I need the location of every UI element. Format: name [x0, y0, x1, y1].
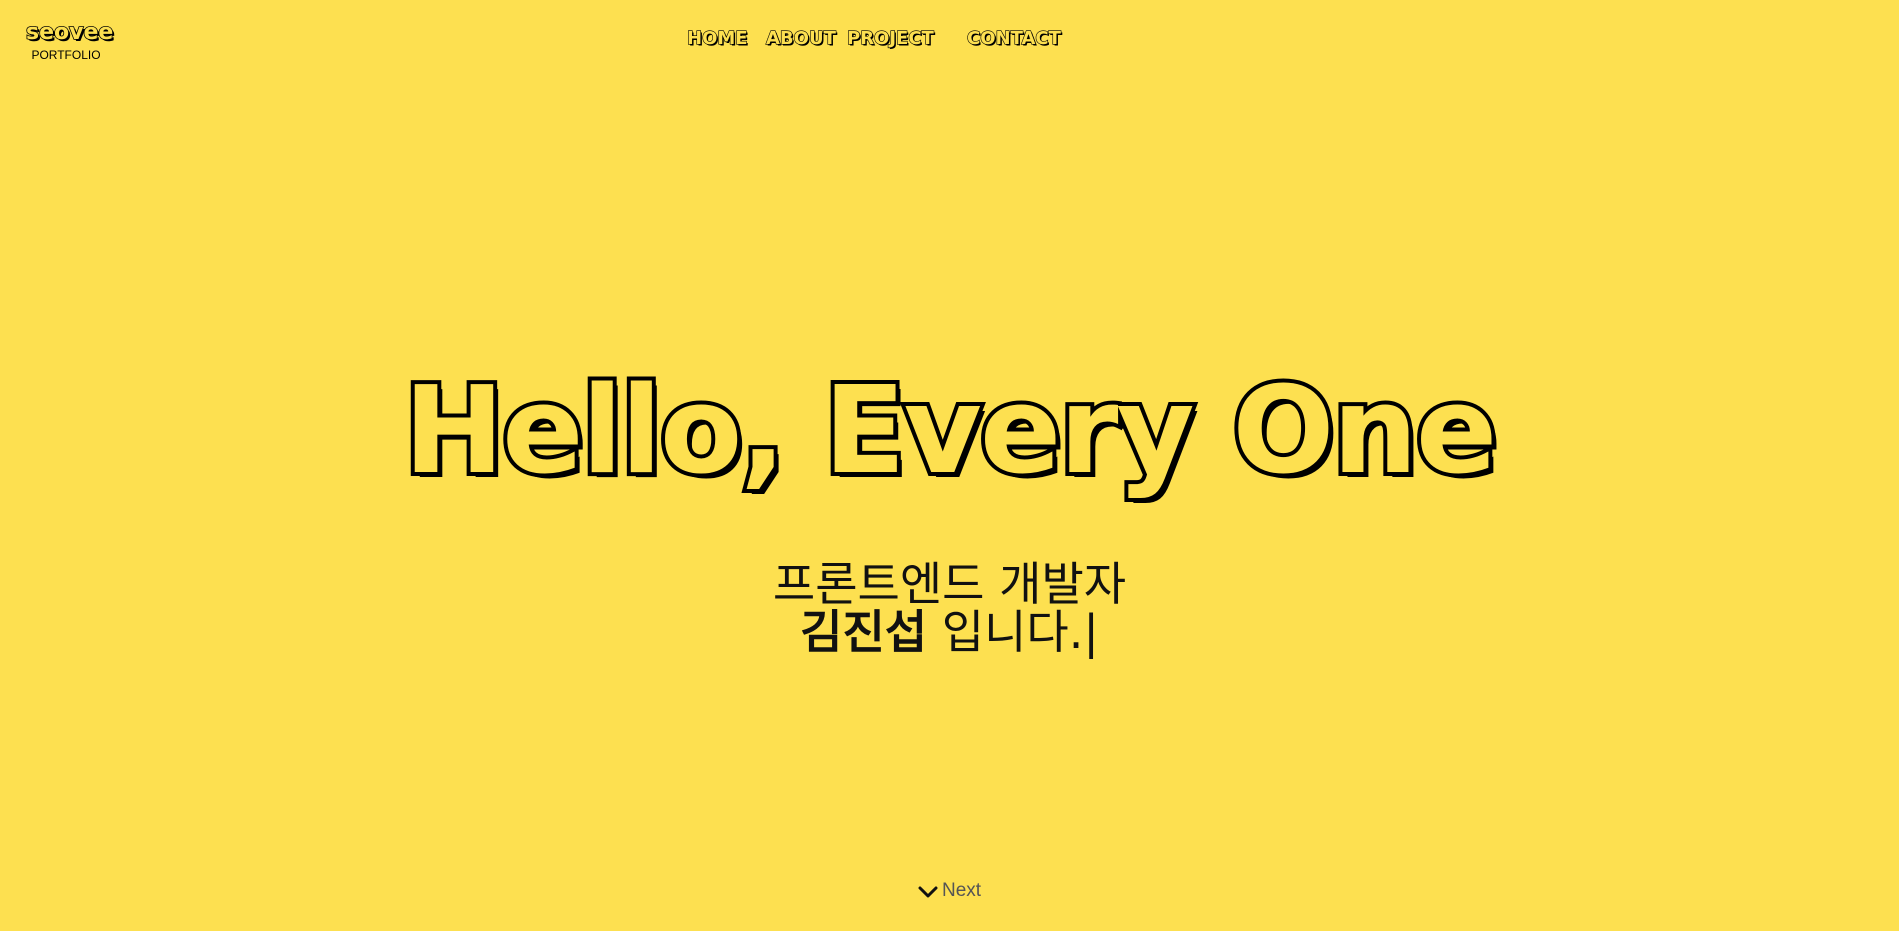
- logo-wordmark: seovee: [25, 19, 114, 46]
- nav-item-about[interactable]: ABOUT: [765, 27, 836, 51]
- subtitle-suffix: 입니다.: [927, 605, 1084, 659]
- nav-item-home[interactable]: HOME: [686, 27, 748, 51]
- next-label: Next: [942, 880, 982, 901]
- typing-cursor: |: [1083, 605, 1099, 659]
- logo-tagline: PORTFOLIO: [31, 48, 101, 62]
- nav-item-contact[interactable]: CONTACT: [966, 27, 1061, 51]
- logo[interactable]: seovee PORTFOLIO: [25, 19, 114, 62]
- nav-item-project[interactable]: PROJECT: [846, 27, 934, 51]
- hero-title: Hello, Every One: [400, 358, 1501, 505]
- subtitle-name-line: 김진섭 입니다.|: [0, 608, 1899, 656]
- main-nav: HOME ABOUT PROJECT CONTACT: [686, 26, 1061, 52]
- subtitle-role: 프론트엔드 개발자: [772, 557, 1127, 611]
- next-section-button[interactable]: Next: [918, 880, 981, 902]
- developer-name: 김진섭: [800, 605, 928, 659]
- hero-subtitle: 프론트엔드 개발자 김진섭 입니다.|: [0, 560, 1899, 656]
- chevron-down-icon: [918, 884, 938, 898]
